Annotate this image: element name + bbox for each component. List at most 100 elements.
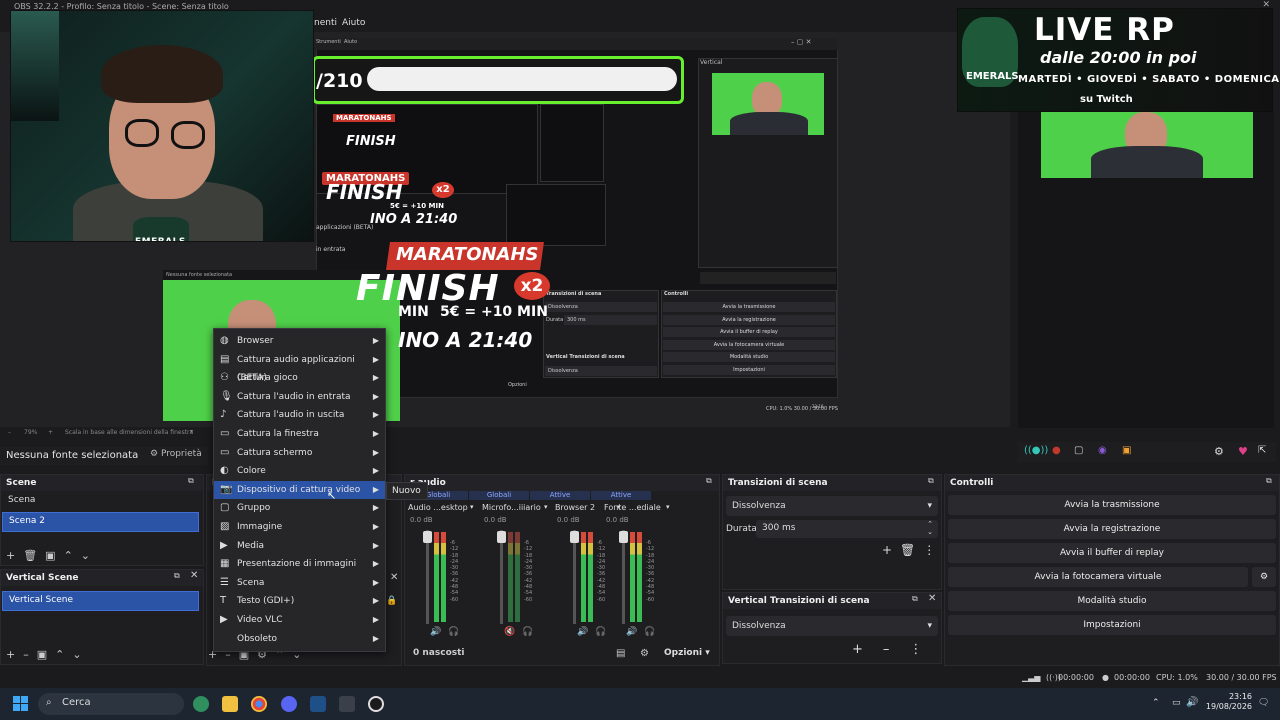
monitor-headphones-icon[interactable]: 🎧 (448, 627, 459, 637)
record-icon[interactable]: ● (1052, 445, 1061, 456)
scene-item[interactable]: Scena (2, 492, 200, 512)
menu-tools[interactable]: nenti (314, 18, 337, 28)
scene-item-selected[interactable]: Scena 2 (2, 512, 199, 532)
dock-popout-icon[interactable]: ⧉ (188, 476, 194, 486)
discord-icon[interactable] (281, 696, 297, 712)
muted-speaker-icon[interactable]: 🔇 (504, 627, 515, 637)
menu-item-cattura-audio-applicazioni-beta-[interactable]: ▤ Cattura audio applicazioni (BETA) ▶ (214, 351, 385, 383)
windows-start-icon[interactable] (13, 696, 29, 712)
zoom-plus[interactable]: + (48, 429, 53, 436)
file-explorer-icon[interactable] (222, 696, 238, 712)
duration-input[interactable]: 300 ms ⌃ ⌄ (756, 520, 938, 538)
tray-chevron-icon[interactable]: ⌃ (1152, 698, 1160, 708)
vertical-scene-item[interactable]: Vertical Scene (2, 591, 199, 611)
volume-slider-handle[interactable] (497, 531, 506, 543)
menu-item-testo-gdi-[interactable]: T Testo (GDI+) ▶ (214, 592, 385, 610)
mixer-channel-name[interactable]: Browser 2 (555, 503, 595, 512)
notifications-icon[interactable]: 🗨 (1258, 698, 1269, 708)
virtual-cam-icon[interactable]: ◉ (1098, 445, 1107, 456)
menu-item-cattura-l-audio-in-uscita[interactable]: ♪ Cattura l'audio in uscita ▶ (214, 406, 385, 424)
new-source-submenu[interactable]: Nuovo (386, 482, 428, 500)
control-button-2[interactable]: Avvia il buffer di replay (948, 543, 1276, 563)
menu-item-cattura-gioco[interactable]: ⚇ Cattura gioco ▶ (214, 369, 385, 387)
taskbar-clock[interactable]: 23:16 19/08/2026 (1200, 692, 1252, 712)
dock-popout-icon[interactable]: ⧉ (706, 476, 712, 486)
mixer-options-button[interactable]: Opzioni ▾ (664, 648, 710, 658)
taskbar-search[interactable]: Cerca (38, 693, 184, 715)
transition-select[interactable]: Dissolvenza ▾ (726, 496, 938, 516)
control-button-1[interactable]: Avvia la registrazione (948, 519, 1276, 539)
chrome-icon[interactable] (251, 696, 267, 712)
menu-item-cattura-l-audio-in-entrata[interactable]: 🎙 Cattura l'audio in entrata ▶ (214, 388, 385, 406)
dock-popout-icon[interactable]: ⧉ (1266, 476, 1272, 486)
earth-app-icon[interactable] (193, 696, 209, 712)
control-button-3[interactable]: Avvia la fotocamera virtuale (948, 567, 1248, 587)
settings-icon[interactable]: ⚙ (640, 648, 649, 659)
close-icon[interactable]: ✕ (190, 570, 198, 581)
properties-button[interactable]: ⚙ Proprietà (150, 449, 202, 459)
menu-item-dispositivo-di-cattura-video[interactable]: 📷 Dispositivo di cattura video ▶ (214, 480, 385, 499)
menu-item-browser[interactable]: ◍ Browser ▶ (214, 332, 385, 350)
stream-icon[interactable]: ((●)) (1024, 445, 1048, 456)
volume-slider[interactable] (500, 530, 503, 624)
dock-popout-icon[interactable]: ⧉ (928, 476, 934, 486)
menu-item-media[interactable]: ▶ Media ▶ (214, 537, 385, 555)
speaker-icon[interactable]: 🔊 (430, 627, 441, 637)
popout-icon[interactable]: ⇱ (1258, 445, 1266, 456)
speaker-icon[interactable]: 🔊 (626, 627, 637, 637)
obs-icon[interactable] (368, 696, 384, 712)
layout-icon[interactable]: ▤ (616, 648, 625, 659)
monitor-headphones-icon[interactable]: 🎧 (522, 627, 533, 637)
menu-item-obsoleto[interactable]: Obsoleto ▶ (214, 630, 385, 648)
heart-icon[interactable]: ♥ (1238, 445, 1248, 458)
volume-slider-handle[interactable] (619, 531, 628, 543)
close-icon[interactable]: ✕ (928, 593, 936, 604)
lock-icon[interactable]: 🔒 (386, 596, 397, 606)
menu-item-cattura-la-finestra[interactable]: ▭ Cattura la finestra ▶ (214, 425, 385, 443)
volume-slider[interactable] (622, 530, 625, 624)
dock-popout-icon[interactable]: ⧉ (912, 594, 918, 604)
menu-item-gruppo[interactable]: ▢ Gruppo ▶ (214, 499, 385, 517)
menu-help[interactable]: Aiuto (342, 18, 365, 28)
vertical-transition-toolbar[interactable]: +–⋮ (852, 642, 942, 657)
scenes-toolbar[interactable]: +🗑▣⌃⌄ (6, 549, 98, 562)
control-button-5[interactable]: Impostazioni (948, 615, 1276, 635)
virtual-cam-settings-button[interactable]: ⚙ (1252, 567, 1276, 587)
vscode-icon[interactable] (310, 696, 326, 712)
stepper-icon[interactable]: ⌃ ⌄ (927, 520, 933, 536)
scale-mode[interactable]: Scala in base alle dimensioni della fine… (65, 429, 193, 436)
transition-toolbar[interactable]: +🗑⋮ (882, 543, 943, 557)
menu-item-scena[interactable]: ☰ Scena ▶ (214, 574, 385, 592)
zoom-minus[interactable]: – (8, 429, 11, 436)
vertical-transition-select[interactable]: Dissolvenza ▾ (726, 616, 938, 636)
monitor-headphones-icon[interactable]: 🎧 (644, 627, 655, 637)
gear-icon[interactable]: ⚙ (1214, 445, 1224, 458)
chevron-down-icon[interactable]: ▾ (470, 503, 474, 511)
control-button-4[interactable]: Modalità studio (948, 591, 1276, 611)
mixer-channel-name[interactable]: Fonte ...ediale (604, 503, 661, 512)
mixer-channel-name[interactable]: Audio ...esktop (408, 503, 468, 512)
network-icon[interactable]: ▭ (1172, 698, 1181, 708)
dock-popout-icon[interactable]: ⧉ (174, 571, 180, 581)
chevron-down-icon[interactable]: ▾ (544, 503, 548, 511)
menu-item-presentazione-di-immagini[interactable]: ▦ Presentazione di immagini ▶ (214, 555, 385, 573)
volume-slider-handle[interactable] (570, 531, 579, 543)
monitor-headphones-icon[interactable]: 🎧 (595, 627, 606, 637)
submenu-new[interactable]: Nuovo (392, 486, 421, 496)
speaker-icon[interactable]: 🔊 (577, 627, 588, 637)
menu-item-immagine[interactable]: ▨ Immagine ▶ (214, 518, 385, 536)
volume-slider-handle[interactable] (423, 531, 432, 543)
scale-dropdown-chevron-icon[interactable]: ▾ (190, 428, 193, 435)
stop-icon[interactable]: ▢ (1074, 445, 1083, 456)
volume-slider[interactable] (573, 530, 576, 624)
volume-icon[interactable]: 🔊 (1186, 697, 1198, 708)
app-icon[interactable] (339, 696, 355, 712)
replay-icon[interactable]: ▣ (1122, 445, 1131, 456)
control-button-0[interactable]: Avvia la trasmissione (948, 495, 1276, 515)
vertical-scenes-toolbar[interactable]: +–▣⌃⌄ (6, 648, 90, 661)
volume-slider[interactable] (426, 530, 429, 624)
close-icon[interactable]: ✕ (390, 572, 398, 583)
menu-item-video-vlc[interactable]: ▶ Video VLC ▶ (214, 611, 385, 629)
mixer-channel-name[interactable]: Microfo...iiiario (482, 503, 541, 512)
menu-item-colore[interactable]: ◐ Colore ▶ (214, 462, 385, 480)
